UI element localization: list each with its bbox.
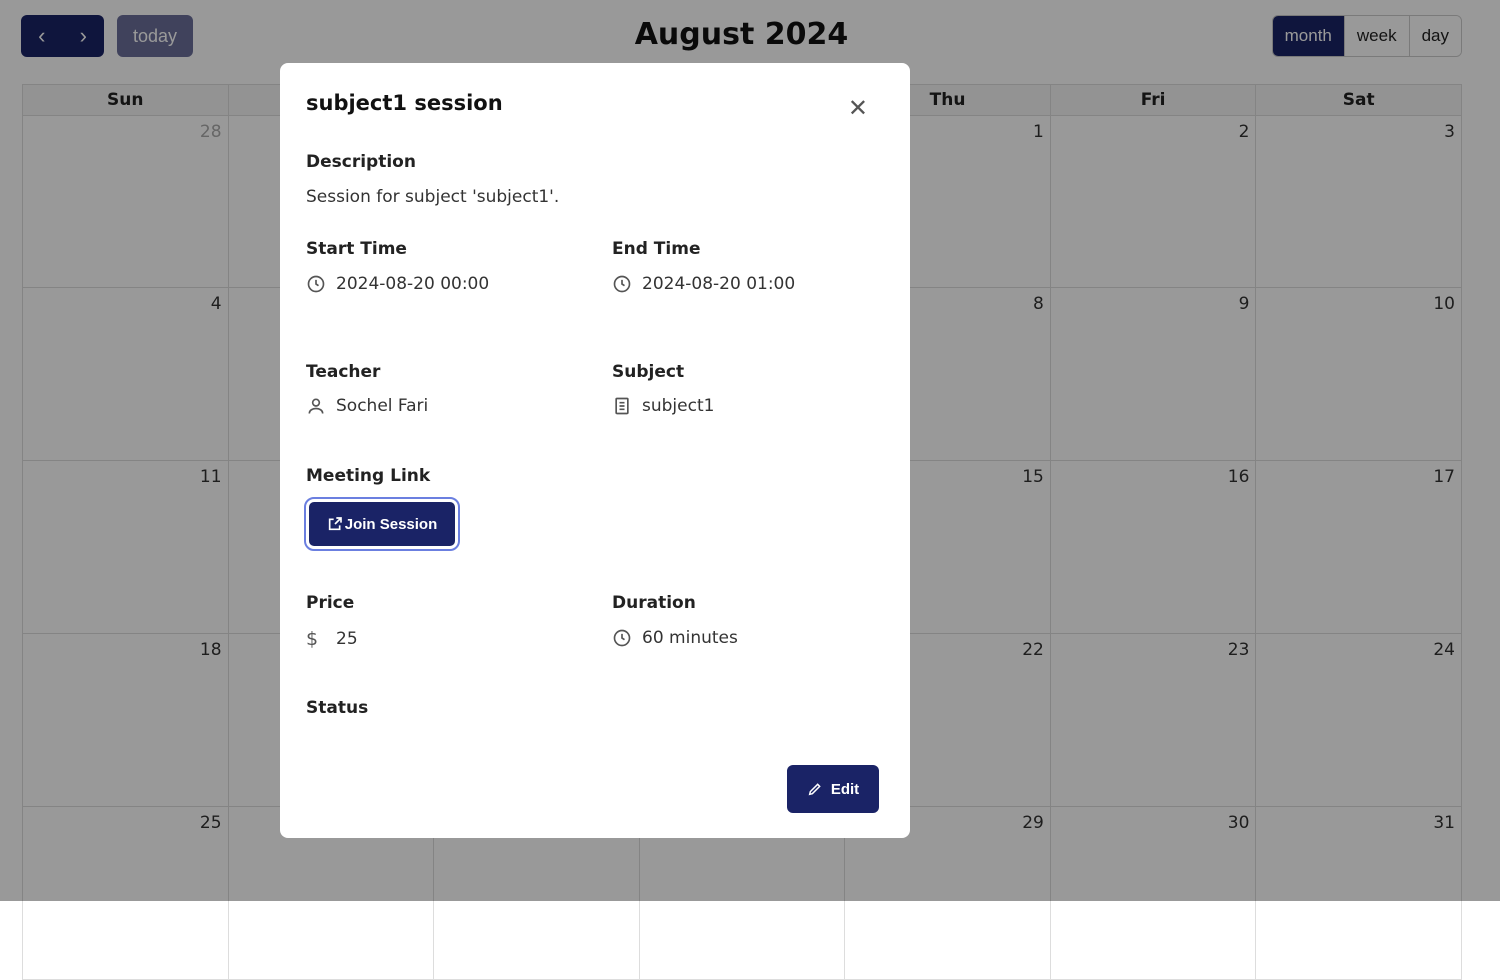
document-icon bbox=[615, 397, 629, 415]
user-icon bbox=[308, 398, 324, 414]
clock-icon bbox=[307, 275, 325, 293]
description-value: Session for subject 'subject1'. bbox=[306, 187, 560, 207]
status-label: Status bbox=[306, 698, 369, 718]
duration-label: Duration bbox=[612, 593, 696, 613]
teacher-label: Teacher bbox=[306, 362, 381, 382]
subject-value: subject1 bbox=[642, 396, 715, 416]
description-label: Description bbox=[306, 152, 416, 172]
join-session-button[interactable]: Join Session bbox=[304, 497, 460, 551]
edit-button[interactable]: Edit bbox=[787, 765, 879, 813]
price-label: Price bbox=[306, 593, 355, 613]
close-icon[interactable]: ✕ bbox=[842, 93, 874, 124]
external-link-icon bbox=[328, 517, 342, 531]
end-time-value: 2024-08-20 01:00 bbox=[642, 274, 796, 294]
session-modal: subject1 session ✕ Description Session f… bbox=[280, 63, 910, 838]
price-value: 25 bbox=[336, 629, 358, 649]
join-session-label: Join Session bbox=[344, 515, 438, 533]
edit-label: Edit bbox=[830, 780, 860, 798]
end-time-label: End Time bbox=[612, 239, 701, 259]
dollar-icon: $ bbox=[306, 628, 319, 650]
teacher-value: Sochel Fari bbox=[336, 396, 429, 416]
meeting-link-label: Meeting Link bbox=[306, 466, 431, 486]
pencil-icon bbox=[808, 783, 821, 796]
subject-label: Subject bbox=[612, 362, 685, 382]
start-time-label: Start Time bbox=[306, 239, 407, 259]
duration-value: 60 minutes bbox=[642, 628, 738, 648]
modal-title: subject1 session bbox=[306, 91, 503, 115]
start-time-value: 2024-08-20 00:00 bbox=[336, 274, 490, 294]
clock-icon bbox=[613, 275, 631, 293]
clock-icon bbox=[613, 629, 631, 647]
